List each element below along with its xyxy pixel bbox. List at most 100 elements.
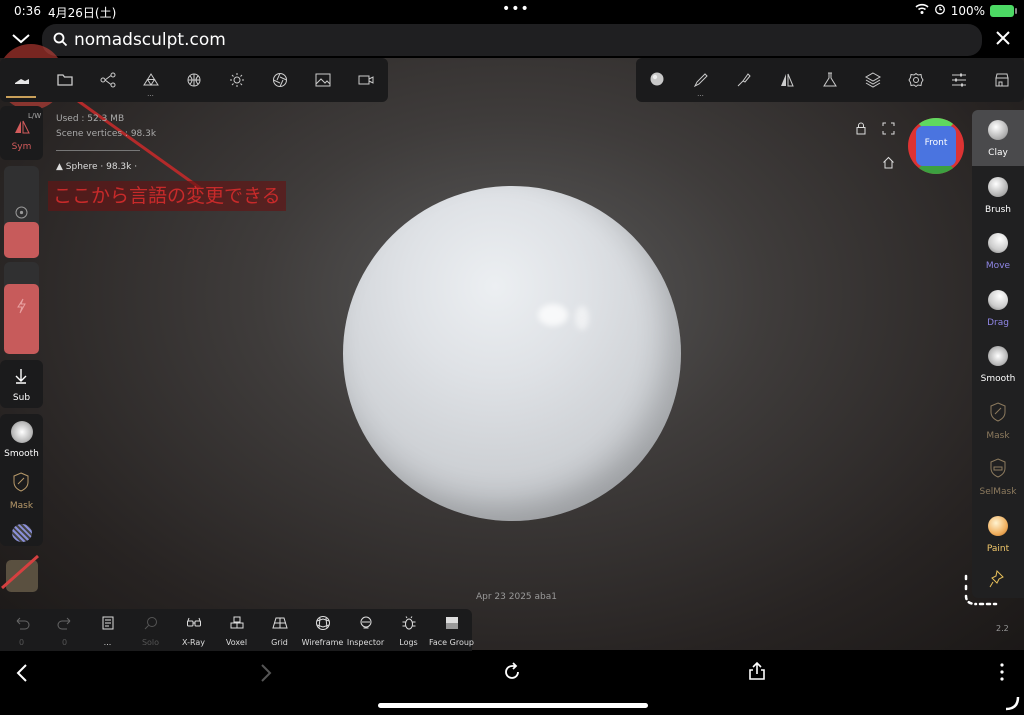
brush-settings-button[interactable] bbox=[722, 58, 765, 102]
lighting-button[interactable] bbox=[215, 58, 258, 102]
image-icon bbox=[315, 73, 330, 87]
postprocess-button[interactable] bbox=[258, 58, 301, 102]
version-label: 2.2 bbox=[996, 624, 1009, 633]
build-stamp: Apr 23 2025 aba1 bbox=[476, 592, 557, 602]
home-indicator[interactable] bbox=[378, 703, 648, 708]
back-icon[interactable] bbox=[14, 663, 30, 687]
mesh-icon: ▲ bbox=[56, 162, 63, 172]
inspector-icon bbox=[360, 616, 372, 629]
reload-icon[interactable] bbox=[502, 662, 522, 686]
sculpt-tools-panel: Clay Brush Move Drag Smooth Mask SelMask… bbox=[972, 110, 1024, 598]
drag-handle-icon[interactable] bbox=[960, 574, 1000, 612]
tool-selmask[interactable]: SelMask bbox=[972, 449, 1024, 505]
wireframe-icon bbox=[316, 616, 330, 630]
quick-tools-panel: Smooth Mask bbox=[0, 414, 43, 546]
sphere-mesh[interactable] bbox=[343, 186, 681, 521]
tool-mask[interactable]: Mask bbox=[972, 393, 1024, 449]
tool-clay[interactable]: Clay bbox=[972, 110, 1024, 166]
voxel-icon bbox=[230, 616, 244, 629]
annotation-label: ここから言語の変更できる bbox=[48, 181, 286, 211]
status-bar: 0:36 4月26日(土) ••• 100% bbox=[0, 0, 1024, 22]
close-icon[interactable] bbox=[994, 29, 1012, 51]
face-group-button[interactable]: Face Group bbox=[429, 609, 474, 651]
object-vertices: · 98.3k · bbox=[100, 162, 138, 172]
wifi-icon bbox=[915, 3, 929, 18]
camera-button[interactable] bbox=[344, 58, 387, 102]
tool-label: SelMask bbox=[979, 487, 1017, 497]
quick-mask-button[interactable]: Mask bbox=[0, 466, 43, 514]
mesh-triangles-icon bbox=[142, 73, 159, 86]
specular-highlight bbox=[538, 304, 568, 326]
bottom-toolbar: 0 0 ... Solo X-Ray Voxel Grid Wireframe … bbox=[0, 609, 474, 651]
intensity-slider[interactable] bbox=[4, 262, 39, 354]
active-indicator bbox=[6, 96, 36, 98]
paint-icon bbox=[988, 516, 1008, 536]
url-text: nomadsculpt.com bbox=[74, 30, 226, 50]
pattern-tool-icon[interactable] bbox=[12, 524, 32, 542]
quick-smooth-button[interactable]: Smooth bbox=[0, 414, 43, 462]
nomad-menu-button[interactable] bbox=[0, 58, 43, 102]
tool-drag[interactable]: Drag bbox=[972, 280, 1024, 336]
layers-button[interactable] bbox=[851, 58, 894, 102]
background-button[interactable] bbox=[301, 58, 344, 102]
store-button[interactable] bbox=[980, 58, 1023, 102]
matcap-swatch[interactable] bbox=[1, 554, 39, 592]
sub-toggle[interactable]: Sub bbox=[0, 360, 43, 408]
sphere-grid-icon bbox=[187, 73, 200, 87]
clay-icon bbox=[988, 120, 1008, 140]
multitask-dots-icon[interactable]: ••• bbox=[502, 1, 530, 17]
sub-label: Sub bbox=[12, 393, 31, 403]
glasses-icon bbox=[187, 617, 201, 627]
settings-button[interactable] bbox=[894, 58, 937, 102]
tool-move[interactable]: Move bbox=[972, 223, 1024, 279]
more-options-icon[interactable] bbox=[994, 661, 1010, 687]
material-button[interactable] bbox=[172, 58, 215, 102]
pen-icon bbox=[693, 73, 708, 88]
topology-button[interactable]: ... bbox=[129, 58, 172, 102]
radius-slider[interactable] bbox=[4, 166, 39, 258]
experiments-button[interactable] bbox=[808, 58, 851, 102]
symmetry-label: Sym bbox=[11, 142, 32, 152]
tool-brush[interactable]: Brush bbox=[972, 167, 1024, 223]
mask-icon bbox=[990, 402, 1006, 426]
symmetry-button[interactable] bbox=[765, 58, 808, 102]
forward-icon[interactable] bbox=[258, 663, 274, 687]
orientation-gizmo[interactable]: Front bbox=[908, 118, 964, 174]
fullscreen-icon[interactable] bbox=[882, 120, 895, 139]
url-bar: nomadsculpt.com bbox=[0, 22, 1024, 58]
stroke-button[interactable]: ... bbox=[679, 58, 722, 102]
home-icon[interactable] bbox=[882, 154, 895, 173]
share-icon[interactable] bbox=[748, 661, 766, 685]
gizmo-face-label: Front bbox=[924, 138, 948, 148]
disabled-slash-icon bbox=[1, 554, 39, 590]
flask-icon bbox=[822, 72, 837, 87]
face-group-label: Face Group bbox=[429, 638, 474, 647]
status-time: 0:36 bbox=[14, 4, 41, 18]
smooth-icon bbox=[11, 421, 33, 443]
aperture-icon bbox=[272, 73, 287, 87]
symmetry-toggle[interactable]: L/W Sym bbox=[0, 106, 43, 160]
tools-toolbar: ... bbox=[636, 58, 1024, 102]
lock-icon[interactable] bbox=[855, 120, 867, 139]
brush-sphere-icon bbox=[988, 177, 1008, 197]
file-toolbar: ... bbox=[0, 58, 388, 102]
files-button[interactable] bbox=[43, 58, 86, 102]
brush-icon bbox=[737, 73, 751, 87]
scene-button[interactable] bbox=[86, 58, 129, 102]
object-row[interactable]: ▲ Sphere · 98.3k · bbox=[56, 160, 156, 175]
tool-paint[interactable]: Paint bbox=[972, 506, 1024, 562]
folder-icon bbox=[56, 74, 73, 86]
tool-label: Paint bbox=[986, 544, 1010, 554]
tool-smooth[interactable]: Smooth bbox=[972, 336, 1024, 392]
url-field[interactable]: nomadsculpt.com bbox=[42, 24, 982, 56]
interface-button[interactable] bbox=[937, 58, 980, 102]
drag-icon bbox=[988, 290, 1008, 310]
target-icon bbox=[15, 204, 28, 223]
tool-label: Clay bbox=[988, 148, 1008, 158]
bug-icon bbox=[402, 616, 416, 630]
tool-preview-button[interactable] bbox=[636, 58, 679, 102]
radius-slider-fill bbox=[4, 222, 39, 258]
tool-label: Drag bbox=[987, 318, 1009, 328]
magnifier-icon bbox=[144, 617, 157, 630]
tool-label: Smooth bbox=[980, 374, 1016, 384]
